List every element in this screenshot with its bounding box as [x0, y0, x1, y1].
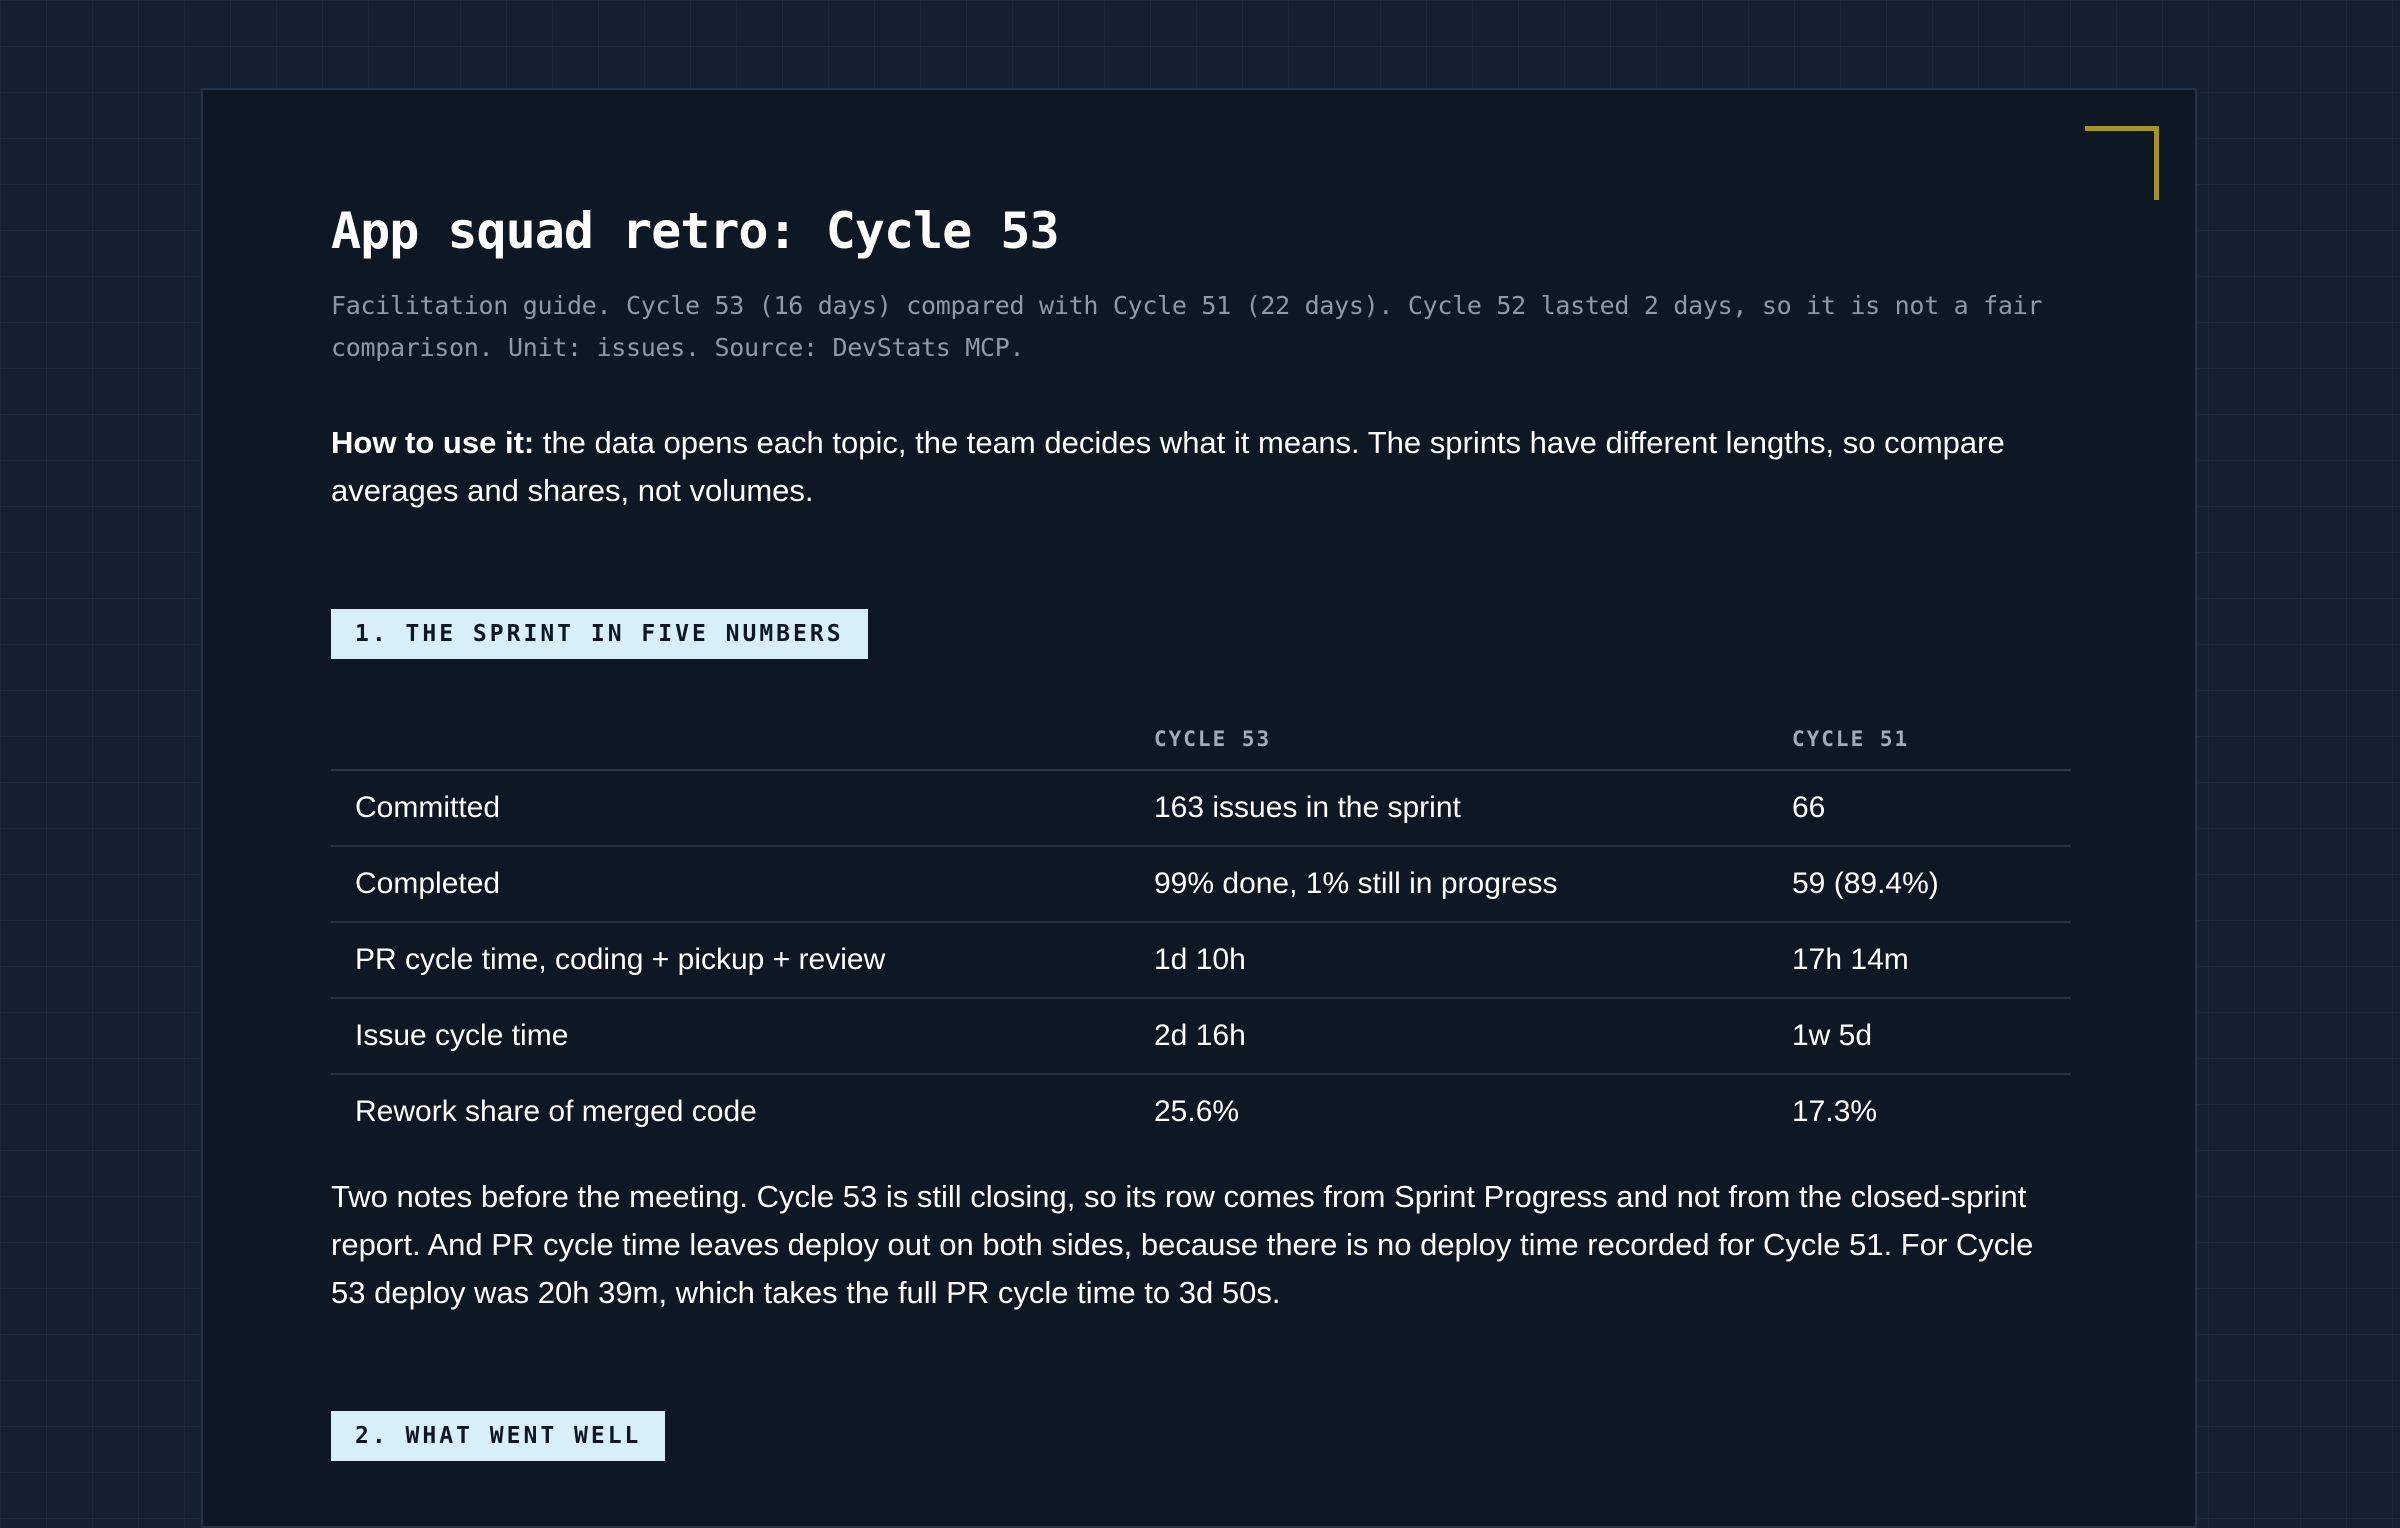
metric-label: Completed	[331, 846, 1154, 923]
table-row: PR cycle time, coding + pickup + review …	[331, 922, 2071, 999]
table-row: Committed 163 issues in the sprint 66	[331, 770, 2071, 847]
page-subtitle: Facilitation guide. Cycle 53 (16 days) c…	[331, 291, 2043, 362]
cycle-53-value: 163 issues in the sprint	[1154, 770, 1792, 847]
cycle-53-value: 1d 10h	[1154, 922, 1792, 999]
cycle-53-value: 25.6%	[1154, 1095, 1240, 1128]
metric-label: Rework share of merged code	[355, 1095, 757, 1128]
metric-label: PR cycle time, coding + pickup + review	[331, 922, 1154, 999]
meeting-notes-paragraph: Two notes before the meeting. Cycle 53 i…	[331, 1179, 2034, 1310]
document-card: App squad retro: Cycle 53 Facilitation g…	[201, 88, 2197, 1528]
section-heading-sprint-numbers: 1. THE SPRINT IN FIVE NUMBERS	[331, 609, 868, 659]
metric-label: Committed	[331, 770, 1154, 847]
document-content: App squad retro: Cycle 53 Facilitation g…	[331, 204, 2071, 1461]
cycle-51-value: 1w 5d	[1792, 998, 2071, 1075]
cycle-51-value: 17.3%	[1792, 1095, 1878, 1128]
cycle-53-value: 2d 16h	[1154, 998, 1792, 1075]
cycle-51-value: 59 (89.4%)	[1792, 846, 2071, 923]
table-row: Completed 99% done, 1% still in progress…	[331, 846, 2071, 923]
table-row: Rework share of merged code 25.6% 17.3%	[331, 1074, 2071, 1149]
cycle-51-value: 66	[1792, 770, 2071, 847]
cycle-51-value: 17h 14m	[1792, 922, 2071, 999]
corner-bracket-decoration	[2085, 126, 2159, 200]
table-header-row: CYCLE 53 CYCLE 51	[331, 709, 2071, 771]
metric-label: Issue cycle time	[331, 998, 1154, 1075]
column-header-metric	[331, 709, 1154, 771]
metrics-table: CYCLE 53 CYCLE 51 Committed 163 issues i…	[331, 709, 2071, 1149]
intro-label: How to use it:	[331, 425, 535, 460]
intro-paragraph: How to use it: the data opens each topic…	[331, 419, 2071, 515]
cycle-53-value: 99% done, 1% still in progress	[1154, 846, 1792, 923]
page-title: App squad retro: Cycle 53	[331, 202, 1060, 260]
section-heading-what-went-well: 2. WHAT WENT WELL	[331, 1411, 666, 1461]
column-header-cycle-53: CYCLE 53	[1154, 709, 1792, 771]
intro-text: the data opens each topic, the team deci…	[331, 425, 2005, 508]
column-header-cycle-51: CYCLE 51	[1792, 709, 2071, 771]
table-row: Issue cycle time 2d 16h 1w 5d	[331, 998, 2071, 1075]
